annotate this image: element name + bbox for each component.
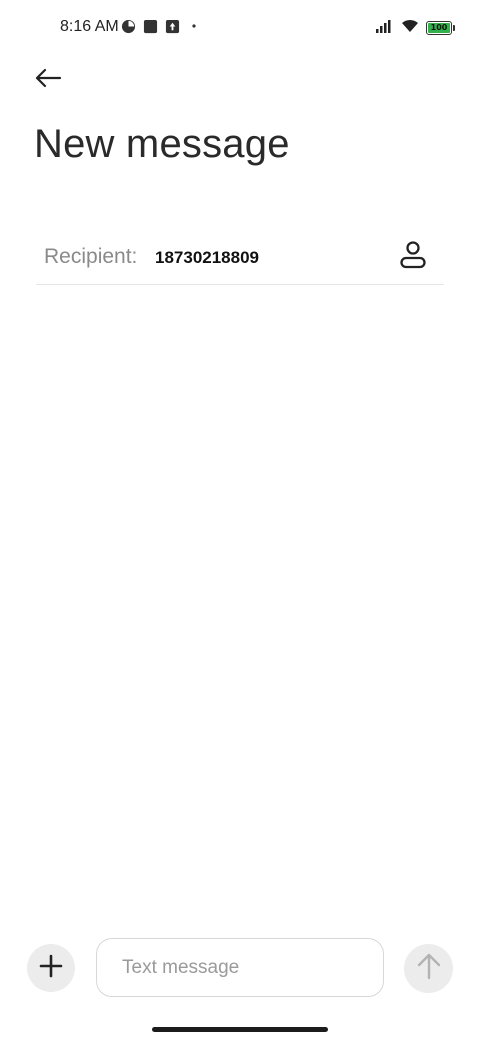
battery-icon: 100 (426, 21, 455, 35)
text-message-input[interactable] (96, 938, 384, 997)
status-system-icons: 100 (376, 18, 455, 38)
battery-level: 100 (428, 23, 450, 33)
status-notification-icons (120, 18, 202, 34)
send-button[interactable] (404, 944, 453, 993)
add-attachment-button[interactable] (27, 944, 75, 992)
signal-icon (376, 19, 394, 38)
back-button[interactable] (28, 60, 68, 100)
recipient-field[interactable]: Recipient: 18730218809 (36, 232, 444, 285)
dot-icon (186, 18, 202, 34)
plus-icon (39, 954, 63, 983)
send-arrow-icon (416, 952, 442, 985)
person-icon (399, 240, 427, 275)
wifi-icon (400, 18, 420, 38)
pie-chart-icon (120, 18, 136, 34)
status-time: 8:16 AM (60, 18, 119, 35)
recipient-value[interactable]: 18730218809 (155, 248, 259, 268)
status-bar: 8:16 AM 100 (0, 0, 480, 56)
upload-app-icon (164, 18, 180, 34)
page-title: New message (34, 122, 290, 166)
back-arrow-icon (34, 67, 62, 94)
home-indicator[interactable] (152, 1027, 328, 1032)
select-contact-button[interactable] (396, 240, 430, 274)
square-app-icon (142, 18, 158, 34)
recipient-label: Recipient: (44, 245, 138, 268)
